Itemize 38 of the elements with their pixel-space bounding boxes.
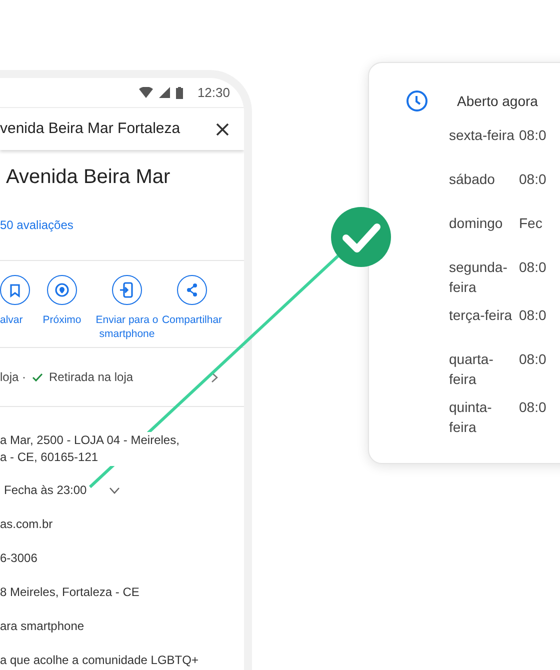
opening-hours: 08:0 xyxy=(519,306,546,325)
checkmark-icon xyxy=(32,372,44,382)
day-name: quinta-feira xyxy=(449,398,493,437)
signal-icon xyxy=(159,87,170,98)
service-text: loja · xyxy=(0,369,26,386)
action-button[interactable]: Enviar para o smartphone xyxy=(90,275,164,341)
wifi-icon xyxy=(139,87,154,98)
service-text: Retirada na loja xyxy=(49,369,134,386)
action-button[interactable]: Próximo xyxy=(34,275,90,327)
day-name: sexta-feira xyxy=(449,126,515,145)
chevron-right-icon xyxy=(211,372,218,382)
action-button[interactable]: alvar xyxy=(0,275,34,327)
day-name: sábado xyxy=(449,170,496,189)
opening-hours: 08:0 xyxy=(519,126,546,145)
chevron-down-icon[interactable] xyxy=(108,486,120,494)
close-button[interactable] xyxy=(214,121,230,137)
search-query: venida Beira Mar Fortaleza xyxy=(0,118,180,139)
reviews-link[interactable]: 50 avaliações xyxy=(0,216,74,234)
clock-icon xyxy=(405,89,429,113)
share-icon xyxy=(177,275,207,305)
action-button[interactable]: Compartilhar xyxy=(164,275,220,327)
opening-hours: 08:0 xyxy=(519,170,546,189)
opening-hours: Fec xyxy=(519,214,542,233)
address-text: a Mar, 2500 - LOJA 04 - Meireles, a - CE, 60165-121 xyxy=(0,432,180,466)
open-status: Aberto agora xyxy=(457,92,538,111)
opening-hours: 08:0 xyxy=(519,350,546,369)
bookmark-icon xyxy=(0,275,30,305)
opening-hours: 08:0 xyxy=(519,258,546,277)
opening-hours: 08:0 xyxy=(519,398,546,417)
status-time: 12:30 xyxy=(197,84,230,102)
day-name: quarta-feira xyxy=(449,350,494,389)
day-name: segunda-feira xyxy=(449,258,508,297)
location-pin-icon xyxy=(47,275,77,305)
phone-send-icon xyxy=(112,275,142,305)
day-name: domingo xyxy=(449,214,504,233)
day-name: terça-feira xyxy=(449,306,514,325)
battery-icon xyxy=(176,86,184,98)
place-title: Avenida Beira Mar xyxy=(6,165,170,190)
